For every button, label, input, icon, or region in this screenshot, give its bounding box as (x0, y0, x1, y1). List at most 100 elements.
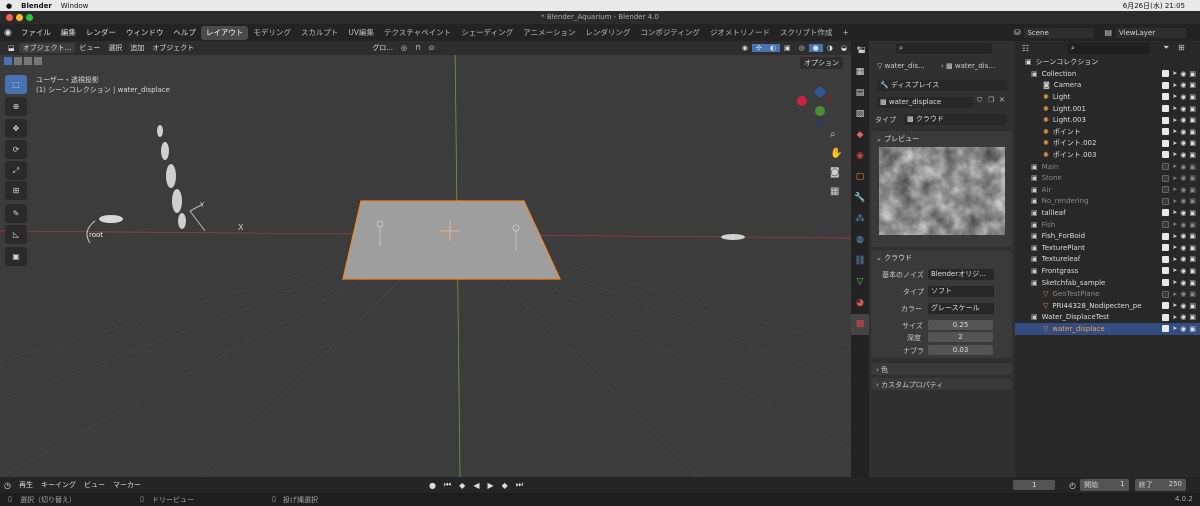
outliner-row[interactable]: ✺ ポイント.003 ➤ ◉ ▣ (1015, 149, 1200, 161)
scene-name[interactable]: Scene (1024, 27, 1095, 38)
tab-texture-paint[interactable]: テクスチャペイント (379, 26, 456, 40)
eye-icon[interactable]: ◉ (1180, 151, 1186, 159)
select-menu[interactable]: 選択 (104, 43, 126, 53)
exclude-checkbox[interactable] (1162, 221, 1170, 229)
render-camera-icon[interactable]: ▣ (1189, 279, 1196, 287)
texture-tab-icon[interactable]: ▩ (851, 314, 869, 335)
render-tab-icon[interactable]: ▦ (851, 62, 869, 83)
preview-header[interactable]: ⌄ プレビュー (871, 131, 1012, 147)
new-collection-icon[interactable]: ⊞ (1178, 43, 1185, 52)
exclude-checkbox[interactable] (1162, 151, 1170, 159)
play-reverse-icon[interactable]: ◀ (469, 481, 483, 490)
exclude-checkbox[interactable] (1162, 197, 1170, 205)
view-layer-icon[interactable]: ▤ (1104, 28, 1112, 37)
render-camera-icon[interactable]: ▣ (1189, 105, 1196, 113)
measure-tool-button[interactable]: ◺ (5, 225, 27, 244)
texture-type-dropdown[interactable]: ▩ クラウド (904, 114, 1007, 125)
render-camera-icon[interactable]: ▣ (1189, 209, 1196, 217)
eye-icon[interactable]: ◉ (1180, 174, 1186, 182)
outliner-row[interactable]: ▣ Air ➤ ◉ ▣ (1015, 184, 1200, 196)
render-camera-icon[interactable]: ▣ (1189, 81, 1196, 89)
auto-key-icon[interactable]: ● (425, 481, 440, 490)
outliner-row[interactable]: ▣ No_rendering ➤ ◉ ▣ (1015, 196, 1200, 208)
tab-uv-editing[interactable]: UV編集 (343, 26, 379, 40)
outliner-row[interactable]: ▣ Main ➤ ◉ ▣ (1015, 161, 1200, 173)
custom-properties-header[interactable]: › カスタムプロパティ (871, 378, 1012, 390)
eye-icon[interactable]: ◉ (1180, 116, 1186, 124)
render-camera-icon[interactable]: ▣ (1189, 302, 1196, 310)
select-extend-icon[interactable] (14, 57, 22, 65)
eye-icon[interactable]: ◉ (1180, 232, 1186, 240)
constraints-tab-icon[interactable]: ⛓ (851, 251, 869, 272)
view-layer-tab-icon[interactable]: ▧ (851, 104, 869, 125)
outliner-row[interactable]: ▣ Sketchfab_sample ➤ ◉ ▣ (1015, 277, 1200, 289)
selectable-arrow-icon[interactable]: ➤ (1172, 256, 1177, 263)
outliner-row[interactable]: ▽ GeoTestPlane ➤ ◉ ▣ (1015, 288, 1200, 300)
outliner-row[interactable]: ▣ tallleaf ➤ ◉ ▣ (1015, 207, 1200, 219)
menu-help[interactable]: ヘルプ (168, 27, 201, 38)
mac-app-name[interactable]: Blender (21, 2, 52, 10)
selectable-arrow-icon[interactable]: ➤ (1172, 314, 1177, 321)
orientation-dropdown[interactable]: グロ... (368, 43, 397, 53)
current-frame-field[interactable]: 1 (1013, 480, 1056, 490)
selectable-arrow-icon[interactable]: ➤ (1172, 117, 1177, 124)
overlay-toggle-icon[interactable]: ◐ (765, 44, 780, 52)
exclude-checkbox[interactable] (1162, 290, 1170, 298)
eye-icon[interactable]: ◉ (1180, 163, 1186, 171)
eye-icon[interactable]: ◉ (1180, 209, 1186, 217)
exclude-checkbox[interactable] (1162, 302, 1170, 310)
outliner-row[interactable]: ▣ Water_DisplaceTest ➤ ◉ ▣ (1015, 312, 1200, 324)
cursor-tool-button[interactable]: ⊕ (5, 97, 27, 116)
visibility-icon[interactable]: ◉ (738, 44, 752, 52)
exclude-checkbox[interactable] (1162, 244, 1170, 252)
eye-icon[interactable]: ◉ (1180, 128, 1186, 136)
selectable-arrow-icon[interactable]: ➤ (1172, 186, 1177, 193)
outliner-search[interactable]: ⌕ (1068, 43, 1150, 54)
render-camera-icon[interactable]: ▣ (1189, 139, 1196, 147)
tab-sculpt[interactable]: スカルプト (296, 26, 344, 40)
eye-icon[interactable]: ◉ (1180, 267, 1186, 275)
data-tab-icon[interactable]: ▽ (851, 272, 869, 293)
shading-material-icon[interactable]: ◑ (823, 44, 837, 52)
physics-tab-icon[interactable]: ◍ (851, 230, 869, 251)
particles-tab-icon[interactable]: ⁂ (851, 209, 869, 230)
rotate-tool-button[interactable]: ⟳ (5, 140, 27, 159)
selectable-arrow-icon[interactable]: ➤ (1172, 140, 1177, 147)
start-frame-field[interactable]: 開始 1 (1080, 479, 1129, 491)
shading-wireframe-icon[interactable]: ◎ (795, 44, 809, 52)
render-camera-icon[interactable]: ▣ (1189, 290, 1196, 298)
tab-geometry-nodes[interactable]: ジオメトリノード (705, 26, 775, 40)
properties-editor-type-icon[interactable]: ⬓ (858, 45, 866, 54)
transform-tool-button[interactable]: ⊞ (5, 181, 27, 200)
render-camera-icon[interactable]: ▣ (1189, 232, 1196, 240)
prev-key-icon[interactable]: ◆ (455, 481, 469, 490)
selectable-arrow-icon[interactable]: ➤ (1172, 128, 1177, 135)
selectable-arrow-icon[interactable]: ➤ (1172, 233, 1177, 240)
breadcrumb-texture[interactable]: › ▩ water_dis... (941, 62, 995, 70)
shading-rendered-icon[interactable]: ◒ (837, 44, 851, 52)
noise-basis-dropdown[interactable]: Blenderオリジ... (928, 269, 994, 280)
gizmo-toggle-icon[interactable]: ✣ (751, 44, 766, 52)
outliner-row[interactable]: ▣ Fish ➤ ◉ ▣ (1015, 219, 1200, 231)
exclude-checkbox[interactable] (1162, 232, 1170, 240)
playback-menu[interactable]: 再生 (15, 480, 37, 490)
depth-field[interactable]: 2 (928, 332, 993, 342)
render-camera-icon[interactable]: ▣ (1189, 313, 1196, 321)
exclude-checkbox[interactable] (1162, 116, 1170, 124)
color-section-header[interactable]: › 色 (871, 363, 1012, 375)
outliner-row[interactable]: ▽ PRI44328_Nodipecten_pe ➤ ◉ ▣ (1015, 300, 1200, 312)
scene-icon[interactable]: ⛁ (1014, 28, 1021, 37)
selectable-arrow-icon[interactable]: ➤ (1172, 93, 1177, 100)
zoom-window-button[interactable] (26, 14, 33, 21)
viewport-options-dropdown[interactable]: オプション (800, 57, 843, 69)
zoom-icon[interactable]: ⌕ (830, 129, 836, 140)
eye-icon[interactable]: ◉ (1180, 313, 1186, 321)
timeline-editor-icon[interactable]: ◷ (0, 481, 15, 490)
eye-icon[interactable]: ◉ (1180, 93, 1186, 101)
eye-icon[interactable]: ◉ (1180, 81, 1186, 89)
selectable-arrow-icon[interactable]: ➤ (1172, 198, 1177, 205)
exclude-checkbox[interactable] (1162, 279, 1170, 287)
end-frame-field[interactable]: 終了 250 (1134, 479, 1186, 491)
menu-edit[interactable]: 編集 (56, 27, 81, 38)
view-menu[interactable]: ビュー (75, 43, 104, 53)
